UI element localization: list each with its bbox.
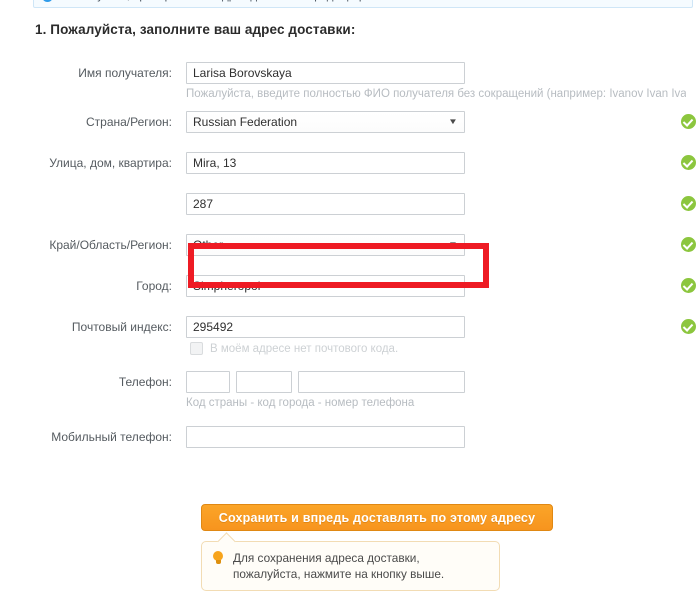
street-input[interactable] [186, 152, 465, 174]
save-hint-tooltip: Для сохранения адреса доставки, пожалуйс… [201, 541, 500, 591]
info-banner: Пожалуйста, проверьте ваш адрес доставки… [33, 0, 693, 8]
street-2-input[interactable] [186, 193, 465, 215]
country-select-value: Russian Federation [193, 115, 298, 129]
save-hint-line-1: Для сохранения адреса доставки, [233, 551, 420, 565]
shipping-address-form: Имя получателя: Пожалуйста, введите полн… [0, 62, 700, 448]
country-valid-icon [681, 114, 696, 129]
mobile-phone-label: Мобильный телефон: [51, 430, 172, 444]
street-valid-icon [681, 155, 696, 170]
city-input[interactable] [186, 275, 465, 297]
row-phone: Телефон: Код страны - код города - номер… [0, 371, 700, 411]
chevron-down-icon: ▼ [448, 117, 458, 126]
street-2-field-wrap [186, 193, 700, 215]
country-label: Страна/Регион: [85, 115, 172, 129]
phone-inputs-group [186, 371, 700, 393]
row-postcode: Почтовый индекс: В моём адресе нет почто… [0, 316, 700, 355]
no-postcode-checkbox-row[interactable]: В моём адресе нет почтового кода. [190, 342, 700, 355]
country-field-wrap: Russian Federation ▼ [186, 111, 700, 133]
row-recipient-name: Имя получателя: Пожалуйста, введите полн… [0, 62, 700, 102]
lightbulb-icon [212, 551, 224, 565]
row-street: Улица, дом, квартира: [0, 152, 700, 174]
row-mobile-phone: Мобильный телефон: [0, 426, 700, 448]
info-banner-text: Пожалуйста, проверьте ваш адрес доставки… [62, 0, 451, 2]
city-field-wrap [186, 275, 700, 297]
phone-hint: Код страны - код города - номер телефона [186, 397, 415, 409]
street-field-wrap [186, 152, 700, 174]
info-circle-icon [42, 0, 53, 2]
mobile-phone-input[interactable] [186, 426, 465, 448]
no-postcode-checkbox[interactable] [190, 342, 203, 355]
save-hint-text: Для сохранения адреса доставки, пожалуйс… [233, 550, 444, 582]
postcode-valid-icon [681, 319, 696, 334]
row-region: Край/Область/Регион: Other ▼ [0, 234, 700, 256]
page-title: 1. Пожалуйста, заполните ваш адрес доста… [35, 22, 356, 37]
save-hint-line-2: пожалуйста, нажмите на кнопку выше. [233, 567, 445, 581]
city-label: Город: [136, 279, 172, 293]
row-country: Страна/Регион: Russian Federation ▼ [0, 111, 700, 133]
row-city: Город: [0, 275, 700, 297]
save-address-button[interactable]: Сохранить и впредь доставлять по этому а… [201, 504, 553, 531]
street-label: Улица, дом, квартира: [49, 156, 172, 170]
phone-country-code-input[interactable] [186, 371, 230, 393]
postcode-label: Почтовый индекс: [71, 320, 172, 334]
region-select-value: Other [193, 238, 224, 252]
country-select[interactable]: Russian Federation ▼ [186, 111, 465, 133]
recipient-name-field-wrap: Пожалуйста, введите полностью ФИО получа… [186, 62, 700, 102]
street-2-valid-icon [681, 196, 696, 211]
postcode-input[interactable] [186, 316, 465, 338]
row-street-2 [0, 193, 700, 215]
postcode-field-wrap: В моём адресе нет почтового кода. [186, 316, 700, 355]
recipient-name-input[interactable] [186, 62, 465, 84]
region-field-wrap: Other ▼ [186, 234, 700, 256]
phone-number-input[interactable] [298, 371, 465, 393]
phone-field-wrap: Код страны - код города - номер телефона [186, 371, 700, 411]
phone-area-code-input[interactable] [236, 371, 292, 393]
recipient-name-label: Имя получателя: [78, 66, 172, 80]
region-valid-icon [681, 237, 696, 252]
region-label: Край/Область/Регион: [49, 238, 172, 252]
no-postcode-label: В моём адресе нет почтового кода. [210, 342, 399, 355]
chevron-down-icon: ▼ [448, 240, 458, 249]
recipient-name-hint: Пожалуйста, введите полностью ФИО получа… [186, 88, 686, 100]
region-select[interactable]: Other ▼ [186, 234, 465, 256]
phone-label: Телефон: [118, 375, 172, 389]
mobile-phone-field-wrap [186, 426, 700, 448]
city-valid-icon [681, 278, 696, 293]
